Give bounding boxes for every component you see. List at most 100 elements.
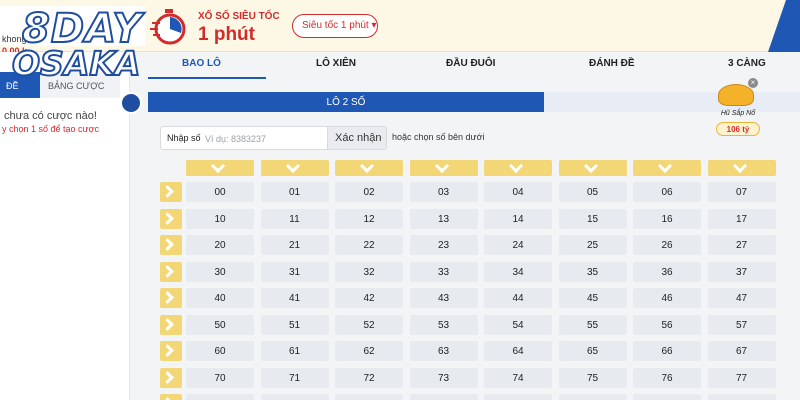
number-cell[interactable]: 60: [186, 341, 254, 361]
row-select-button[interactable]: [160, 341, 182, 361]
number-cell[interactable]: 14: [484, 208, 552, 229]
number-cell[interactable]: 16: [633, 208, 701, 229]
number-cell[interactable]: 40: [186, 288, 254, 308]
number-cell[interactable]: 21: [260, 235, 329, 255]
column-select-button[interactable]: [260, 158, 329, 176]
number-cell[interactable]: 17: [707, 208, 776, 229]
number-cell[interactable]: 41: [260, 288, 329, 308]
number-cell[interactable]: 65: [558, 341, 627, 361]
number-input[interactable]: [205, 130, 325, 147]
subtab-lo-2-so[interactable]: LÔ 2 SỐ: [148, 92, 544, 112]
number-cell[interactable]: 27: [707, 235, 776, 255]
number-cell[interactable]: 52: [335, 314, 403, 335]
number-cell[interactable]: 83: [409, 394, 478, 400]
number-cell[interactable]: 24: [484, 235, 552, 255]
row-select-button[interactable]: [160, 182, 182, 202]
number-cell[interactable]: 86: [633, 394, 701, 400]
number-cell[interactable]: 74: [484, 367, 552, 388]
number-cell[interactable]: 57: [707, 314, 776, 335]
number-cell[interactable]: 04: [484, 182, 552, 202]
number-cell[interactable]: 00: [186, 182, 254, 202]
number-cell[interactable]: 61: [260, 341, 329, 361]
number-cell[interactable]: 01: [260, 182, 329, 202]
number-cell[interactable]: 02: [335, 182, 403, 202]
number-cell[interactable]: 45: [558, 288, 627, 308]
column-select-button[interactable]: [633, 158, 701, 176]
number-cell[interactable]: 72: [335, 367, 403, 388]
number-cell[interactable]: 25: [558, 235, 627, 255]
number-cell[interactable]: 13: [409, 208, 478, 229]
tab-3-cang[interactable]: 3 CÀNG: [728, 58, 766, 69]
number-cell[interactable]: 07: [707, 182, 776, 202]
number-cell[interactable]: 75: [558, 367, 627, 388]
number-cell[interactable]: 47: [707, 288, 776, 308]
number-cell[interactable]: 81: [260, 394, 329, 400]
column-select-button[interactable]: [484, 158, 552, 176]
game-speed-select[interactable]: Siêu tốc 1 phút ▾: [292, 14, 378, 38]
number-cell[interactable]: 71: [260, 367, 329, 388]
number-cell[interactable]: 12: [335, 208, 403, 229]
number-cell[interactable]: 10: [186, 208, 254, 229]
number-cell[interactable]: 46: [633, 288, 701, 308]
column-select-button[interactable]: [335, 158, 403, 176]
confirm-button[interactable]: Xác nhận: [327, 126, 387, 150]
number-cell[interactable]: 73: [409, 367, 478, 388]
number-cell[interactable]: 63: [409, 341, 478, 361]
number-cell[interactable]: 05: [558, 182, 627, 202]
number-cell[interactable]: 64: [484, 341, 552, 361]
number-cell[interactable]: 36: [633, 261, 701, 282]
number-cell[interactable]: 70: [186, 367, 254, 388]
number-cell[interactable]: 54: [484, 314, 552, 335]
number-cell[interactable]: 44: [484, 288, 552, 308]
number-cell[interactable]: 51: [260, 314, 329, 335]
number-cell[interactable]: 35: [558, 261, 627, 282]
number-cell[interactable]: 34: [484, 261, 552, 282]
number-cell[interactable]: 76: [633, 367, 701, 388]
number-cell[interactable]: 03: [409, 182, 478, 202]
number-cell[interactable]: 66: [633, 341, 701, 361]
tab-danh-de[interactable]: ĐÁNH ĐỀ: [589, 58, 635, 69]
tab-dau-duoi[interactable]: ĐẦU ĐUÔI: [446, 58, 495, 69]
number-cell[interactable]: 84: [484, 394, 552, 400]
number-cell[interactable]: 33: [409, 261, 478, 282]
number-cell[interactable]: 22: [335, 235, 403, 255]
column-select-button[interactable]: [409, 158, 478, 176]
number-cell[interactable]: 80: [186, 394, 254, 400]
number-cell[interactable]: 77: [707, 367, 776, 388]
column-select-button[interactable]: [186, 158, 254, 176]
number-cell[interactable]: 82: [335, 394, 403, 400]
row-select-button[interactable]: [160, 314, 182, 335]
row-select-button[interactable]: [160, 367, 182, 388]
row-select-button[interactable]: [160, 261, 182, 282]
number-cell[interactable]: 50: [186, 314, 254, 335]
number-cell[interactable]: 85: [558, 394, 627, 400]
number-cell[interactable]: 43: [409, 288, 478, 308]
number-cell[interactable]: 62: [335, 341, 403, 361]
number-cell[interactable]: 42: [335, 288, 403, 308]
number-cell[interactable]: 55: [558, 314, 627, 335]
close-icon[interactable]: ×: [748, 78, 758, 88]
row-select-button[interactable]: [160, 394, 182, 400]
number-cell[interactable]: 87: [707, 394, 776, 400]
number-cell[interactable]: 23: [409, 235, 478, 255]
tab-lo-xien[interactable]: LÔ XIÊN: [316, 58, 356, 69]
jackpot-badge[interactable]: × Hũ Sắp Nổ 106 tỷ: [712, 78, 764, 140]
brand-logo[interactable]: 8DAY OSAKA: [2, 4, 150, 114]
number-cell[interactable]: 20: [186, 235, 254, 255]
number-cell[interactable]: 31: [260, 261, 329, 282]
row-select-button[interactable]: [160, 235, 182, 255]
number-cell[interactable]: 37: [707, 261, 776, 282]
row-select-button[interactable]: [160, 288, 182, 308]
number-cell[interactable]: 26: [633, 235, 701, 255]
number-cell[interactable]: 15: [558, 208, 627, 229]
number-cell[interactable]: 30: [186, 261, 254, 282]
column-select-button[interactable]: [707, 158, 776, 176]
number-cell[interactable]: 11: [260, 208, 329, 229]
column-select-button[interactable]: [558, 158, 627, 176]
number-cell[interactable]: 06: [633, 182, 701, 202]
tab-bao-lo[interactable]: BAO LÔ: [182, 58, 221, 69]
number-cell[interactable]: 32: [335, 261, 403, 282]
row-select-button[interactable]: [160, 208, 182, 229]
number-cell[interactable]: 67: [707, 341, 776, 361]
number-cell[interactable]: 56: [633, 314, 701, 335]
